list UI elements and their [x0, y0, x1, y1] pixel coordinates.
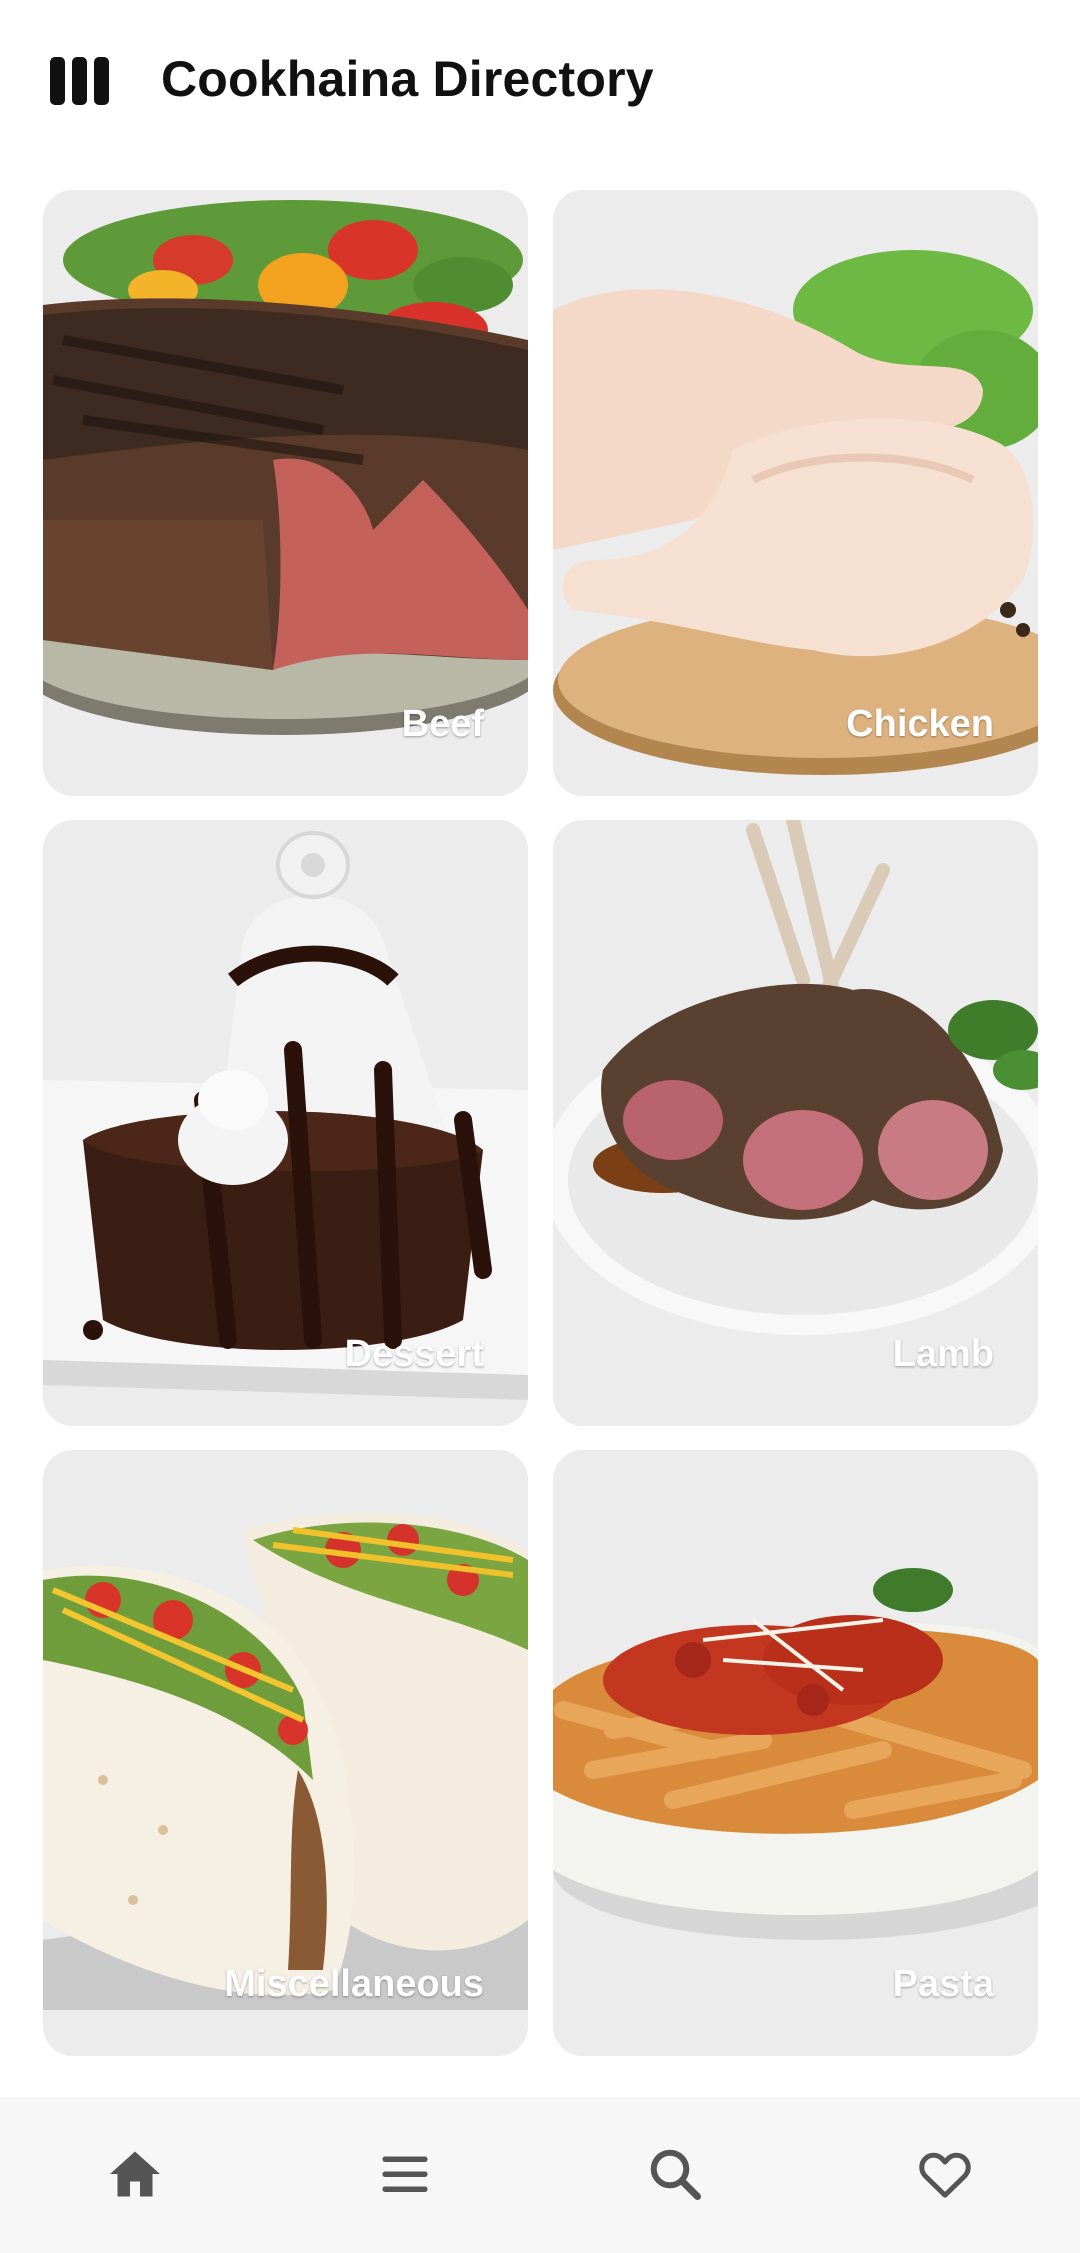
category-label: Lamb [892, 1333, 994, 1375]
category-card-miscellaneous[interactable]: Miscellaneous [43, 1450, 528, 2056]
category-label: Miscellaneous [224, 1963, 484, 2005]
category-label: Chicken [846, 703, 994, 745]
app-screen: Cookhaina Directory Beef Chicken Dessert… [0, 0, 1080, 2253]
nav-home[interactable] [100, 2139, 170, 2209]
app-header: Cookhaina Directory [0, 0, 1080, 165]
category-label: Dessert [344, 1333, 484, 1375]
category-label: Beef [401, 703, 484, 745]
search-icon [650, 2149, 701, 2200]
category-card-dessert[interactable]: Dessert [43, 820, 528, 1426]
three-bars-icon [50, 57, 110, 105]
menu-icon [382, 2156, 428, 2192]
heart-icon [919, 2152, 971, 2198]
category-card-chicken[interactable]: Chicken [553, 190, 1038, 796]
page-title: Cookhaina Directory [161, 51, 654, 107]
nav-favorites[interactable] [910, 2139, 980, 2209]
category-card-lamb[interactable]: Lamb [553, 820, 1038, 1426]
category-grid: Beef Chicken Dessert Lamb Miscellaneous … [43, 190, 1038, 2056]
category-card-pasta[interactable]: Pasta [553, 1450, 1038, 2056]
bottom-navigation [0, 2098, 1080, 2253]
home-icon [110, 2151, 160, 2197]
nav-menu[interactable] [370, 2139, 440, 2209]
nav-search[interactable] [640, 2139, 710, 2209]
category-card-beef[interactable]: Beef [43, 190, 528, 796]
category-label: Pasta [892, 1963, 994, 2005]
